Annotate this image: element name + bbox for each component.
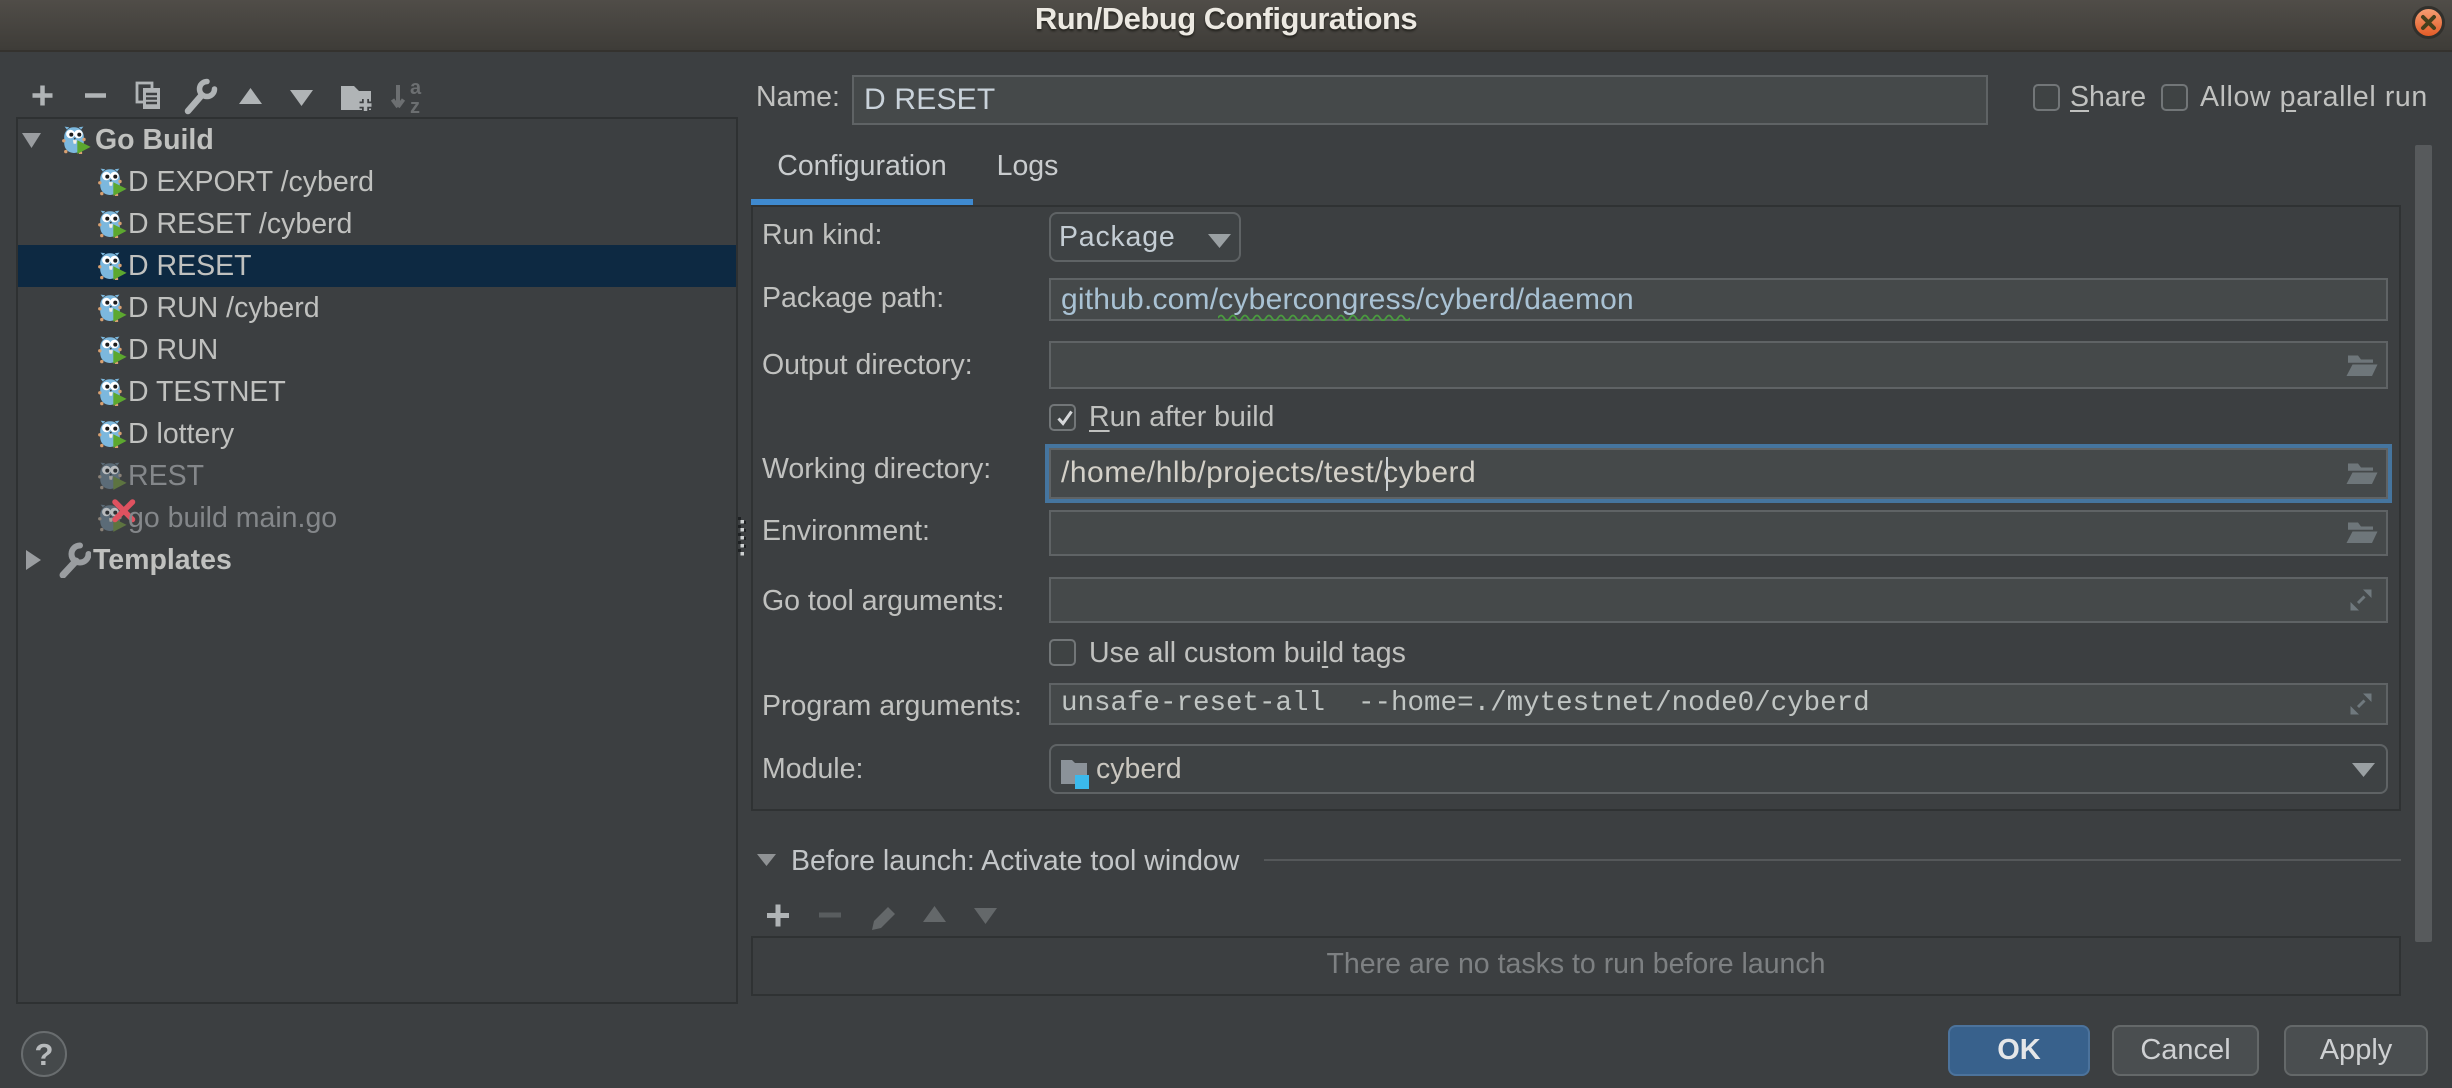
- svg-text:z: z: [410, 96, 420, 118]
